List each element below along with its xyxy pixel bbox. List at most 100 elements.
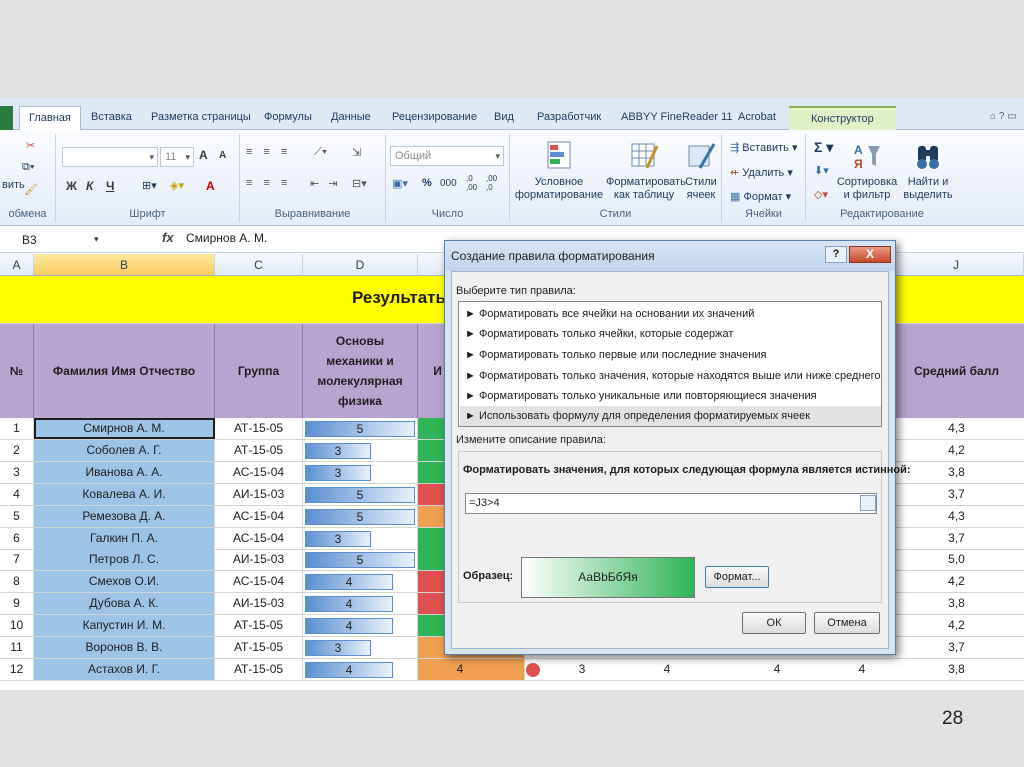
column-header[interactable]: A	[0, 254, 34, 276]
group-cell[interactable]: АИ-15-03	[215, 483, 303, 505]
ok-button[interactable]: ОК	[742, 612, 806, 634]
student-name-cell[interactable]: Иванова А. А.	[34, 461, 215, 483]
paste-button[interactable]: вить	[2, 179, 25, 191]
increase-decimal-button[interactable]: ,0 ,00	[466, 174, 482, 192]
student-name-cell[interactable]: Смирнов А. М.	[34, 418, 215, 439]
range-picker-icon[interactable]	[860, 495, 876, 511]
physics-cell[interactable]: 4	[303, 615, 418, 637]
average-score-cell[interactable]: 3,7	[889, 484, 1024, 505]
sort-filter-button[interactable]: АЯ Сортировка и фильтр	[836, 140, 898, 202]
physics-cell[interactable]: 3	[303, 527, 418, 549]
tab-page-layout[interactable]: Разметка страницы	[151, 106, 251, 130]
physics-cell[interactable]: 5	[303, 418, 418, 439]
student-name-cell[interactable]: Соболев А. Г.	[34, 439, 215, 461]
student-name-cell[interactable]: Ремезова Д. А.	[34, 505, 215, 527]
help-button[interactable]: ?	[825, 246, 847, 263]
group-cell[interactable]: АС-15-04	[215, 527, 303, 549]
row-number[interactable]: 4	[0, 483, 34, 505]
name-box[interactable]: B3	[0, 230, 104, 250]
group-cell[interactable]: АИ-15-03	[215, 549, 303, 571]
average-score-cell[interactable]: 4,3	[889, 506, 1024, 527]
fill-icon[interactable]: ⬇▾	[814, 164, 829, 177]
formula-field[interactable]: =J3>4	[465, 493, 877, 514]
clear-icon[interactable]: ◇▾	[814, 188, 828, 201]
vertical-align-icons[interactable]: ≡ ≡ ≡	[246, 146, 291, 158]
tab-developer[interactable]: Разработчик	[537, 106, 601, 130]
underline-button[interactable]: Ч	[106, 179, 114, 193]
average-score-cell[interactable]: 3,8	[889, 659, 1024, 680]
physics-cell[interactable]: 3	[303, 637, 418, 658]
average-score-cell[interactable]: 3,7	[889, 637, 1024, 658]
row-number[interactable]: 7	[0, 549, 34, 571]
group-cell[interactable]: АТ-15-05	[215, 439, 303, 461]
percent-button[interactable]: %	[422, 177, 432, 189]
rule-type-item[interactable]: ► Форматировать только первые или послед…	[465, 345, 766, 365]
format-button[interactable]: Формат...	[705, 566, 769, 588]
physics-cell[interactable]: 4	[303, 593, 418, 615]
format-as-table-button[interactable]: Форматировать как таблицу	[606, 140, 686, 202]
group-cell[interactable]: АТ-15-05	[215, 658, 303, 680]
group-cell[interactable]: АИ-15-03	[215, 593, 303, 615]
conditional-formatting-button[interactable]: Условное форматирование	[514, 140, 604, 202]
wrap-text-icon[interactable]: ⇲	[352, 146, 361, 159]
student-name-cell[interactable]: Галкин П. А.	[34, 527, 215, 549]
student-name-cell[interactable]: Петров Л. С.	[34, 549, 215, 571]
autosum-icon[interactable]: Σ ▾	[814, 139, 833, 156]
font-name-combo[interactable]	[62, 147, 158, 167]
borders-icon[interactable]: ⊞▾	[142, 179, 157, 192]
close-button[interactable]: X	[849, 246, 891, 263]
find-select-button[interactable]: Найти и выделить	[900, 140, 956, 202]
score-cell[interactable]: 4	[820, 659, 904, 680]
row-number[interactable]: 11	[0, 637, 34, 658]
tab-abbyy[interactable]: ABBYY FineReader 11	[621, 106, 733, 130]
number-format-combo[interactable]: Общий	[390, 146, 504, 166]
copy-icon[interactable]: ⧉▾	[22, 161, 34, 174]
student-name-cell[interactable]: Ковалева А. И.	[34, 483, 215, 505]
group-cell[interactable]: АС-15-04	[215, 505, 303, 527]
shrink-font-button[interactable]: A	[219, 150, 226, 161]
tab-home[interactable]: Главная	[19, 106, 81, 131]
row-number[interactable]: 6	[0, 527, 34, 549]
tab-data[interactable]: Данные	[331, 106, 371, 130]
cancel-button[interactable]: Отмена	[814, 612, 880, 634]
column-header[interactable]: J	[889, 254, 1024, 276]
formula-input[interactable]: Смирнов А. М.	[186, 231, 267, 245]
tab-view[interactable]: Вид	[494, 106, 514, 130]
row-number[interactable]: 8	[0, 571, 34, 593]
thousands-button[interactable]: 000	[440, 178, 457, 189]
group-cell[interactable]: АС-15-04	[215, 461, 303, 483]
student-name-cell[interactable]: Капустин И. М.	[34, 615, 215, 637]
score-cell[interactable]: 3	[540, 659, 624, 680]
column-header[interactable]: C	[215, 254, 303, 276]
student-name-cell[interactable]: Астахов И. Г.	[34, 658, 215, 680]
group-cell[interactable]: АТ-15-05	[215, 615, 303, 637]
physics-cell[interactable]: 4	[303, 658, 418, 680]
file-tab[interactable]	[0, 106, 13, 130]
score-cell[interactable]: 4	[735, 659, 819, 680]
physics-cell[interactable]: 3	[303, 461, 418, 483]
rule-type-item[interactable]: ► Форматировать только значения, которые…	[465, 366, 881, 386]
orientation-icon[interactable]: ⟋▾	[314, 146, 327, 159]
format-painter-icon[interactable]: 🖌	[24, 183, 38, 196]
merge-cells-icon[interactable]: ⊟▾	[352, 177, 367, 190]
format-cells-button[interactable]: ▦ Формат ▾	[730, 190, 791, 203]
average-score-cell[interactable]: 4,3	[889, 418, 1024, 439]
physics-cell[interactable]: 5	[303, 483, 418, 505]
help-controls-icon[interactable]: ⌂ ? ▭	[990, 106, 1017, 130]
row-number[interactable]: 9	[0, 593, 34, 615]
name-box-dropdown-icon[interactable]: ▾	[94, 234, 99, 245]
physics-cell[interactable]: 4	[303, 571, 418, 593]
student-name-cell[interactable]: Воронов В. В.	[34, 637, 215, 658]
decrease-decimal-button[interactable]: ,00 ,0	[486, 174, 502, 192]
font-size-combo[interactable]: 11	[160, 147, 194, 167]
row-number[interactable]: 10	[0, 615, 34, 637]
indent-icons[interactable]: ⇤ ⇥	[310, 177, 341, 190]
row-number[interactable]: 3	[0, 461, 34, 483]
rule-type-item-selected[interactable]: ► Использовать формулу для определения ф…	[460, 406, 881, 426]
row-number[interactable]: 2	[0, 439, 34, 461]
row-number[interactable]: 5	[0, 505, 34, 527]
rule-type-item[interactable]: ► Форматировать все ячейки на основании …	[465, 304, 754, 324]
row-number[interactable]: 12	[0, 658, 34, 680]
currency-icon[interactable]: ▣▾	[392, 177, 408, 190]
rule-type-item[interactable]: ► Форматировать только ячейки, которые с…	[465, 324, 733, 344]
